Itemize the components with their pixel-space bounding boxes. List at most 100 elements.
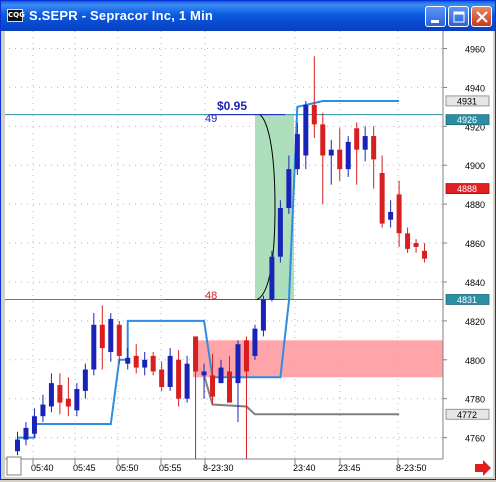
- candle: [74, 383, 80, 417]
- candle-body: [260, 299, 266, 331]
- candle: [184, 355, 190, 403]
- candle-body: [405, 233, 411, 249]
- gain-label: $0.95: [217, 99, 247, 113]
- candle-body: [133, 355, 139, 368]
- title-bar[interactable]: CQG S.SEPR - Sepracor Inc, 1 Min: [1, 1, 495, 31]
- time-axis-scroll-box: [6, 456, 22, 476]
- candle: [328, 139, 334, 185]
- price-tick-label: 4780: [465, 395, 485, 405]
- candle-body: [159, 369, 165, 388]
- candle-body: [320, 124, 326, 156]
- candle-body: [388, 211, 394, 220]
- candle: [15, 431, 20, 456]
- chart-panel[interactable]: $0.95 49 48 4760 4780 4800 4820 4840 4860 4880…: [5, 31, 493, 482]
- candle: [91, 313, 97, 376]
- candle-body: [201, 371, 207, 376]
- candle-body: [379, 173, 385, 224]
- candle: [277, 200, 283, 263]
- candle: [252, 324, 258, 360]
- candle-body: [65, 398, 71, 407]
- candle-body: [193, 336, 199, 372]
- candle-body: [31, 416, 37, 434]
- candle: [108, 313, 114, 362]
- price-tick-label: 4800: [465, 356, 485, 366]
- candle-body: [294, 134, 300, 170]
- candle-body: [108, 318, 114, 352]
- close-button[interactable]: [471, 6, 492, 27]
- price-marker: 4888: [445, 183, 490, 194]
- candle-body: [371, 136, 377, 160]
- candle-body: [40, 404, 46, 417]
- candle-body: [396, 194, 402, 234]
- candle-body: [48, 383, 54, 407]
- price-chart[interactable]: $0.95 49 48 4760 4780 4800 4820 4840 4860 4880…: [5, 31, 493, 482]
- candle: [422, 243, 428, 263]
- price-tick-label: 4860: [465, 239, 485, 249]
- candle: [65, 377, 71, 417]
- candle-body: [252, 328, 258, 356]
- price-marker-label: 4772: [457, 410, 477, 420]
- candle-body: [91, 324, 97, 370]
- upper-level-label: 49: [205, 113, 217, 125]
- candle: [142, 352, 148, 376]
- candle: [159, 361, 165, 391]
- candle-body: [354, 128, 360, 150]
- candle-body: [176, 359, 182, 399]
- minimize-button[interactable]: [425, 6, 446, 27]
- price-marker-label: 4831: [457, 295, 477, 305]
- candle-body: [15, 439, 20, 452]
- price-axis: 4760478048004820484048604880490049204940…: [442, 31, 493, 459]
- candle: [311, 56, 317, 138]
- candle-body: [167, 355, 173, 388]
- time-axis: 05:40 05:45 05:50 05:55 8-23:30 23:40 23:45 8-2…: [5, 456, 493, 477]
- minimize-icon: [431, 20, 439, 23]
- candle-body: [227, 371, 232, 403]
- chart-grid: [9, 31, 442, 459]
- candle: [371, 126, 377, 189]
- candle-body: [286, 169, 292, 209]
- candle-body: [277, 208, 283, 257]
- window-title: S.SEPR - Sepracor Inc, 1 Min: [29, 8, 214, 23]
- candle: [260, 295, 266, 337]
- price-marker: 4931: [445, 95, 490, 106]
- candle-body: [125, 357, 131, 364]
- candle: [303, 101, 309, 170]
- price-marker: 4772: [445, 408, 490, 420]
- candle: [23, 422, 29, 446]
- maximize-button[interactable]: [448, 6, 469, 27]
- candle-body: [74, 388, 80, 411]
- candle-body: [142, 359, 148, 368]
- candle: [167, 348, 173, 391]
- candle: [176, 350, 182, 407]
- candle: [99, 305, 105, 370]
- candle: [48, 373, 54, 413]
- app-logo-icon[interactable]: CQG: [7, 9, 25, 22]
- price-marker-label: 4926: [457, 115, 477, 125]
- candle-body: [345, 141, 351, 170]
- candle-body: [23, 427, 29, 440]
- lower-level-label: 48: [205, 290, 217, 302]
- candle-body: [235, 344, 241, 384]
- level-lines: [5, 114, 443, 300]
- candle: [388, 200, 394, 228]
- price-tick-label: 4880: [465, 200, 485, 210]
- candle-body: [99, 324, 105, 349]
- candle: [413, 239, 419, 253]
- candle: [320, 112, 326, 205]
- candle: [235, 340, 241, 423]
- price-tick-label: 4940: [465, 83, 485, 93]
- time-tick-label: 23:45: [338, 463, 361, 473]
- candle: [125, 348, 131, 370]
- candle: [337, 128, 343, 181]
- price-tick-label: 4900: [465, 161, 485, 171]
- candle: [379, 155, 385, 228]
- maximize-icon: [453, 11, 465, 23]
- candle: [362, 126, 368, 162]
- candle-body: [184, 363, 190, 399]
- candle-body: [218, 367, 224, 384]
- candle-body: [422, 250, 428, 259]
- candle: [31, 408, 37, 438]
- time-tick-label: 8-23:30: [203, 463, 234, 473]
- time-tick-label: 05:50: [116, 463, 139, 473]
- candle-body: [362, 136, 368, 150]
